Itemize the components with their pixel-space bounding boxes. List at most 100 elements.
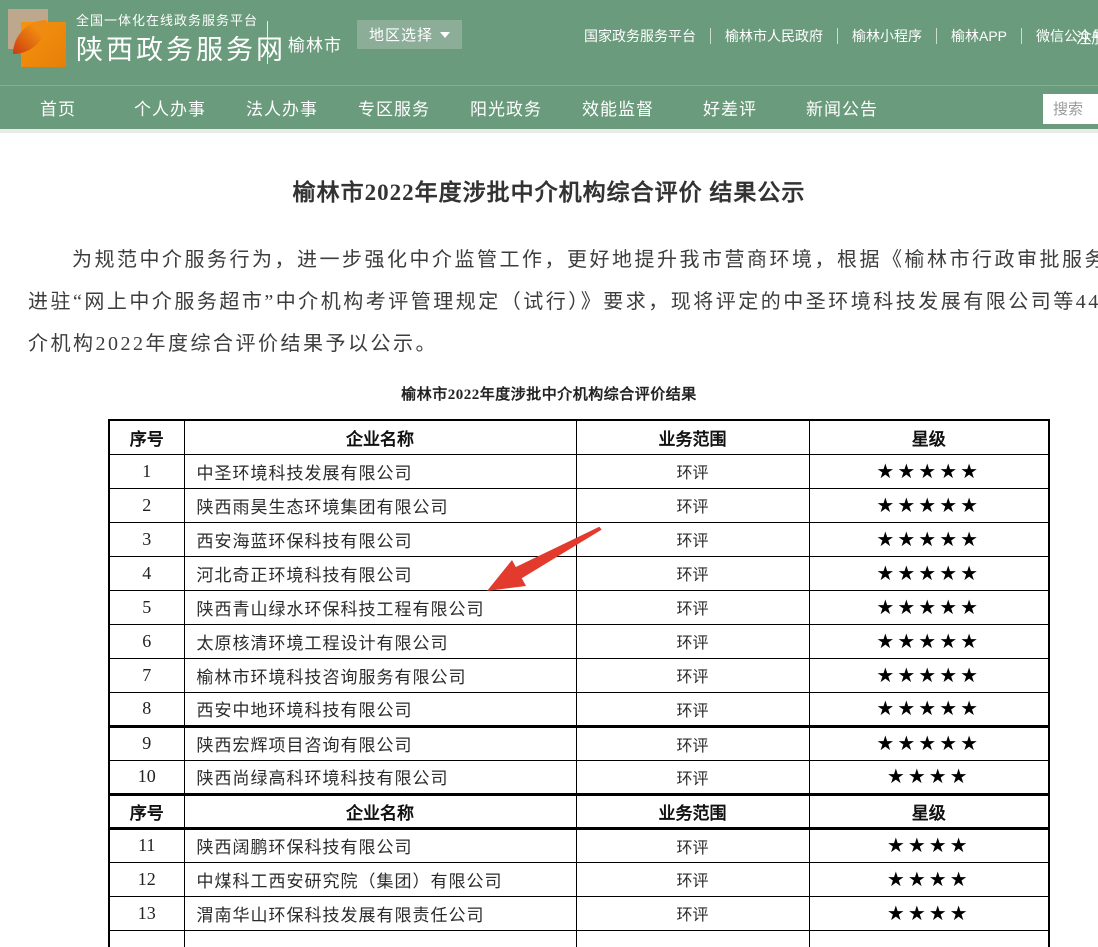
company-name-cell: 河北奇正环境科技有限公司 (184, 556, 576, 590)
business-scope-cell: 环评 (576, 556, 809, 590)
star-rating-cell: ★★★★★ (809, 454, 1049, 488)
link-city-government[interactable]: 榆林市人民政府 (711, 28, 838, 44)
business-scope-cell: 环评 (576, 726, 809, 760)
row-number-cell: 6 (109, 624, 184, 658)
star-rating-cell: ★★★★★ (809, 556, 1049, 590)
business-scope-cell: 环评 (576, 624, 809, 658)
nav-item-home[interactable]: 首页 (2, 95, 114, 120)
nav-item-personal-services[interactable]: 个人办事 (114, 95, 226, 120)
table-row: 7榆林市环境科技咨询服务有限公司环评★★★★★ (109, 658, 1049, 692)
business-scope-cell: 环评 (576, 760, 809, 794)
nav-item-sunshine-gov[interactable]: 阳光政务 (450, 95, 562, 120)
table-row: 5陕西青山绿水环保科技工程有限公司环评★★★★★ (109, 590, 1049, 624)
table-row: 11陕西阔鹏环保科技有限公司环评★★★★ (109, 828, 1049, 862)
results-table-wrapper: 序号企业名称业务范围星级1中圣环境科技发展有限公司环评★★★★★2陕西雨昊生态环… (108, 419, 1098, 947)
column-header: 企业名称 (184, 794, 576, 828)
company-name-cell: 中煤科工西安研究院（集团）有限公司 (184, 862, 576, 896)
nav-item-news[interactable]: 新闻公告 (786, 95, 898, 120)
paragraph-line: 为规范中介服务行为，进一步强化中介监管工作，更好地提升我市营商环境，根据《榆林市… (0, 239, 1098, 281)
star-rating-cell: ★★★★★ (809, 590, 1049, 624)
row-number-cell: 4 (109, 556, 184, 590)
star-rating-cell: ★★★★★ (809, 488, 1049, 522)
site-name: 陕西政务服务网 (76, 28, 286, 67)
nav-item-legal-services[interactable]: 法人办事 (226, 95, 338, 120)
row-number-cell: 8 (109, 692, 184, 726)
table-header-row: 序号企业名称业务范围星级 (109, 420, 1049, 454)
business-scope-cell: 环评 (576, 488, 809, 522)
business-scope-cell: 环评 (576, 590, 809, 624)
nav-items: 首页 个人办事 法人办事 专区服务 阳光政务 效能监督 好差评 新闻公告 (0, 86, 1098, 129)
table-row: 2陕西雨昊生态环境集团有限公司环评★★★★★ (109, 488, 1049, 522)
business-scope-cell: 环评 (576, 454, 809, 488)
table-row: 3西安海蓝环保科技有限公司环评★★★★★ (109, 522, 1049, 556)
row-number-cell: 11 (109, 828, 184, 862)
company-name-cell: 西安中地环境科技有限公司 (184, 692, 576, 726)
star-rating-cell: ★★★★ (809, 828, 1049, 862)
main-navigation: 首页 个人办事 法人办事 专区服务 阳光政务 效能监督 好差评 新闻公告 (0, 85, 1098, 133)
nav-item-rating[interactable]: 好差评 (674, 95, 786, 120)
region-select-label: 地区选择 (369, 24, 433, 45)
link-app[interactable]: 榆林APP (937, 28, 1022, 44)
region-select-button[interactable]: 地区选择 (357, 20, 462, 49)
row-number-cell: 10 (109, 760, 184, 794)
row-number-cell: 7 (109, 658, 184, 692)
business-scope-cell: 环评 (576, 862, 809, 896)
table-row: 6太原核清环境工程设计有限公司环评★★★★★ (109, 624, 1049, 658)
company-name-cell: 陕西青山绿水环保科技工程有限公司 (184, 590, 576, 624)
column-header: 企业名称 (184, 420, 576, 454)
star-rating-cell: ★★★★★ (809, 692, 1049, 726)
table-header-row: 序号企业名称业务范围星级 (109, 794, 1049, 828)
site-logo-icon (8, 9, 66, 67)
nav-item-zone-services[interactable]: 专区服务 (338, 95, 450, 120)
column-header: 序号 (109, 794, 184, 828)
business-scope-cell: 环评 (576, 658, 809, 692)
register-link[interactable]: 注册 (1076, 27, 1098, 48)
table-row: 8西安中地环境科技有限公司环评★★★★★ (109, 692, 1049, 726)
header-links: 国家政务服务平台 榆林市人民政府 榆林小程序 榆林APP 微信公众号 (570, 28, 1098, 44)
column-header: 业务范围 (576, 420, 809, 454)
table-row: 13渭南华山环保科技发展有限责任公司环评★★★★ (109, 896, 1049, 930)
header-divider (267, 21, 268, 64)
column-header: 序号 (109, 420, 184, 454)
company-name-cell: 渭南华山环保科技发展有限责任公司 (184, 896, 576, 930)
star-rating-cell: ★★★★★ (809, 658, 1049, 692)
table-row: 1中圣环境科技发展有限公司环评★★★★★ (109, 454, 1049, 488)
link-national-platform[interactable]: 国家政务服务平台 (570, 28, 711, 44)
paragraph-line: 进驻“网上中介服务超市”中介机构考评管理规定（试行）》要求，现将评定的中圣环境科… (0, 281, 1098, 323)
company-name-cell: 西安海蓝环保科技有限公司 (184, 522, 576, 556)
star-rating-cell: ★★★★★ (809, 522, 1049, 556)
link-mini-program[interactable]: 榆林小程序 (838, 28, 937, 44)
search-input[interactable] (1043, 94, 1098, 124)
nav-item-efficiency[interactable]: 效能监督 (562, 95, 674, 120)
page-title: 榆林市2022年度涉批中介机构综合评价 结果公示 (0, 173, 1098, 207)
column-header: 星级 (809, 420, 1049, 454)
star-rating-cell: ★★★★ (809, 862, 1049, 896)
row-number-cell: 13 (109, 896, 184, 930)
company-name-cell: 陕西雨昊生态环境集团有限公司 (184, 488, 576, 522)
table-row: 10陕西尚绿高科环境科技有限公司环评★★★★ (109, 760, 1049, 794)
company-name-cell: 陕西宏辉项目咨询有限公司 (184, 726, 576, 760)
company-name-cell: 陕西尚绿高科环境科技有限公司 (184, 760, 576, 794)
table-row: 9陕西宏辉项目咨询有限公司环评★★★★★ (109, 726, 1049, 760)
row-number-cell: 1 (109, 454, 184, 488)
business-scope-cell: 环评 (576, 522, 809, 556)
announcement-paragraph: 为规范中介服务行为，进一步强化中介监管工作，更好地提升我市营商环境，根据《榆林市… (0, 239, 1098, 365)
table-caption: 榆林市2022年度涉批中介机构综合评价结果 (0, 383, 1098, 404)
chevron-down-icon (440, 32, 450, 38)
business-scope-cell: 环评 (576, 896, 809, 930)
table-row-partial (109, 930, 1049, 947)
row-number-cell: 3 (109, 522, 184, 556)
table-row: 12中煤科工西安研究院（集团）有限公司环评★★★★ (109, 862, 1049, 896)
current-city-label: 榆林市 (288, 31, 342, 56)
table-row: 4河北奇正环境科技有限公司环评★★★★★ (109, 556, 1049, 590)
company-name-cell: 陕西阔鹏环保科技有限公司 (184, 828, 576, 862)
star-rating-cell: ★★★★ (809, 896, 1049, 930)
platform-tagline: 全国一体化在线政务服务平台 (76, 10, 258, 29)
company-name-cell: 太原核清环境工程设计有限公司 (184, 624, 576, 658)
star-rating-cell: ★★★★★ (809, 726, 1049, 760)
row-number-cell: 5 (109, 590, 184, 624)
company-name-cell: 中圣环境科技发展有限公司 (184, 454, 576, 488)
paragraph-line: 介机构2022年度综合评价结果予以公示。 (0, 323, 1098, 365)
evaluation-results-table: 序号企业名称业务范围星级1中圣环境科技发展有限公司环评★★★★★2陕西雨昊生态环… (108, 419, 1050, 947)
business-scope-cell: 环评 (576, 828, 809, 862)
